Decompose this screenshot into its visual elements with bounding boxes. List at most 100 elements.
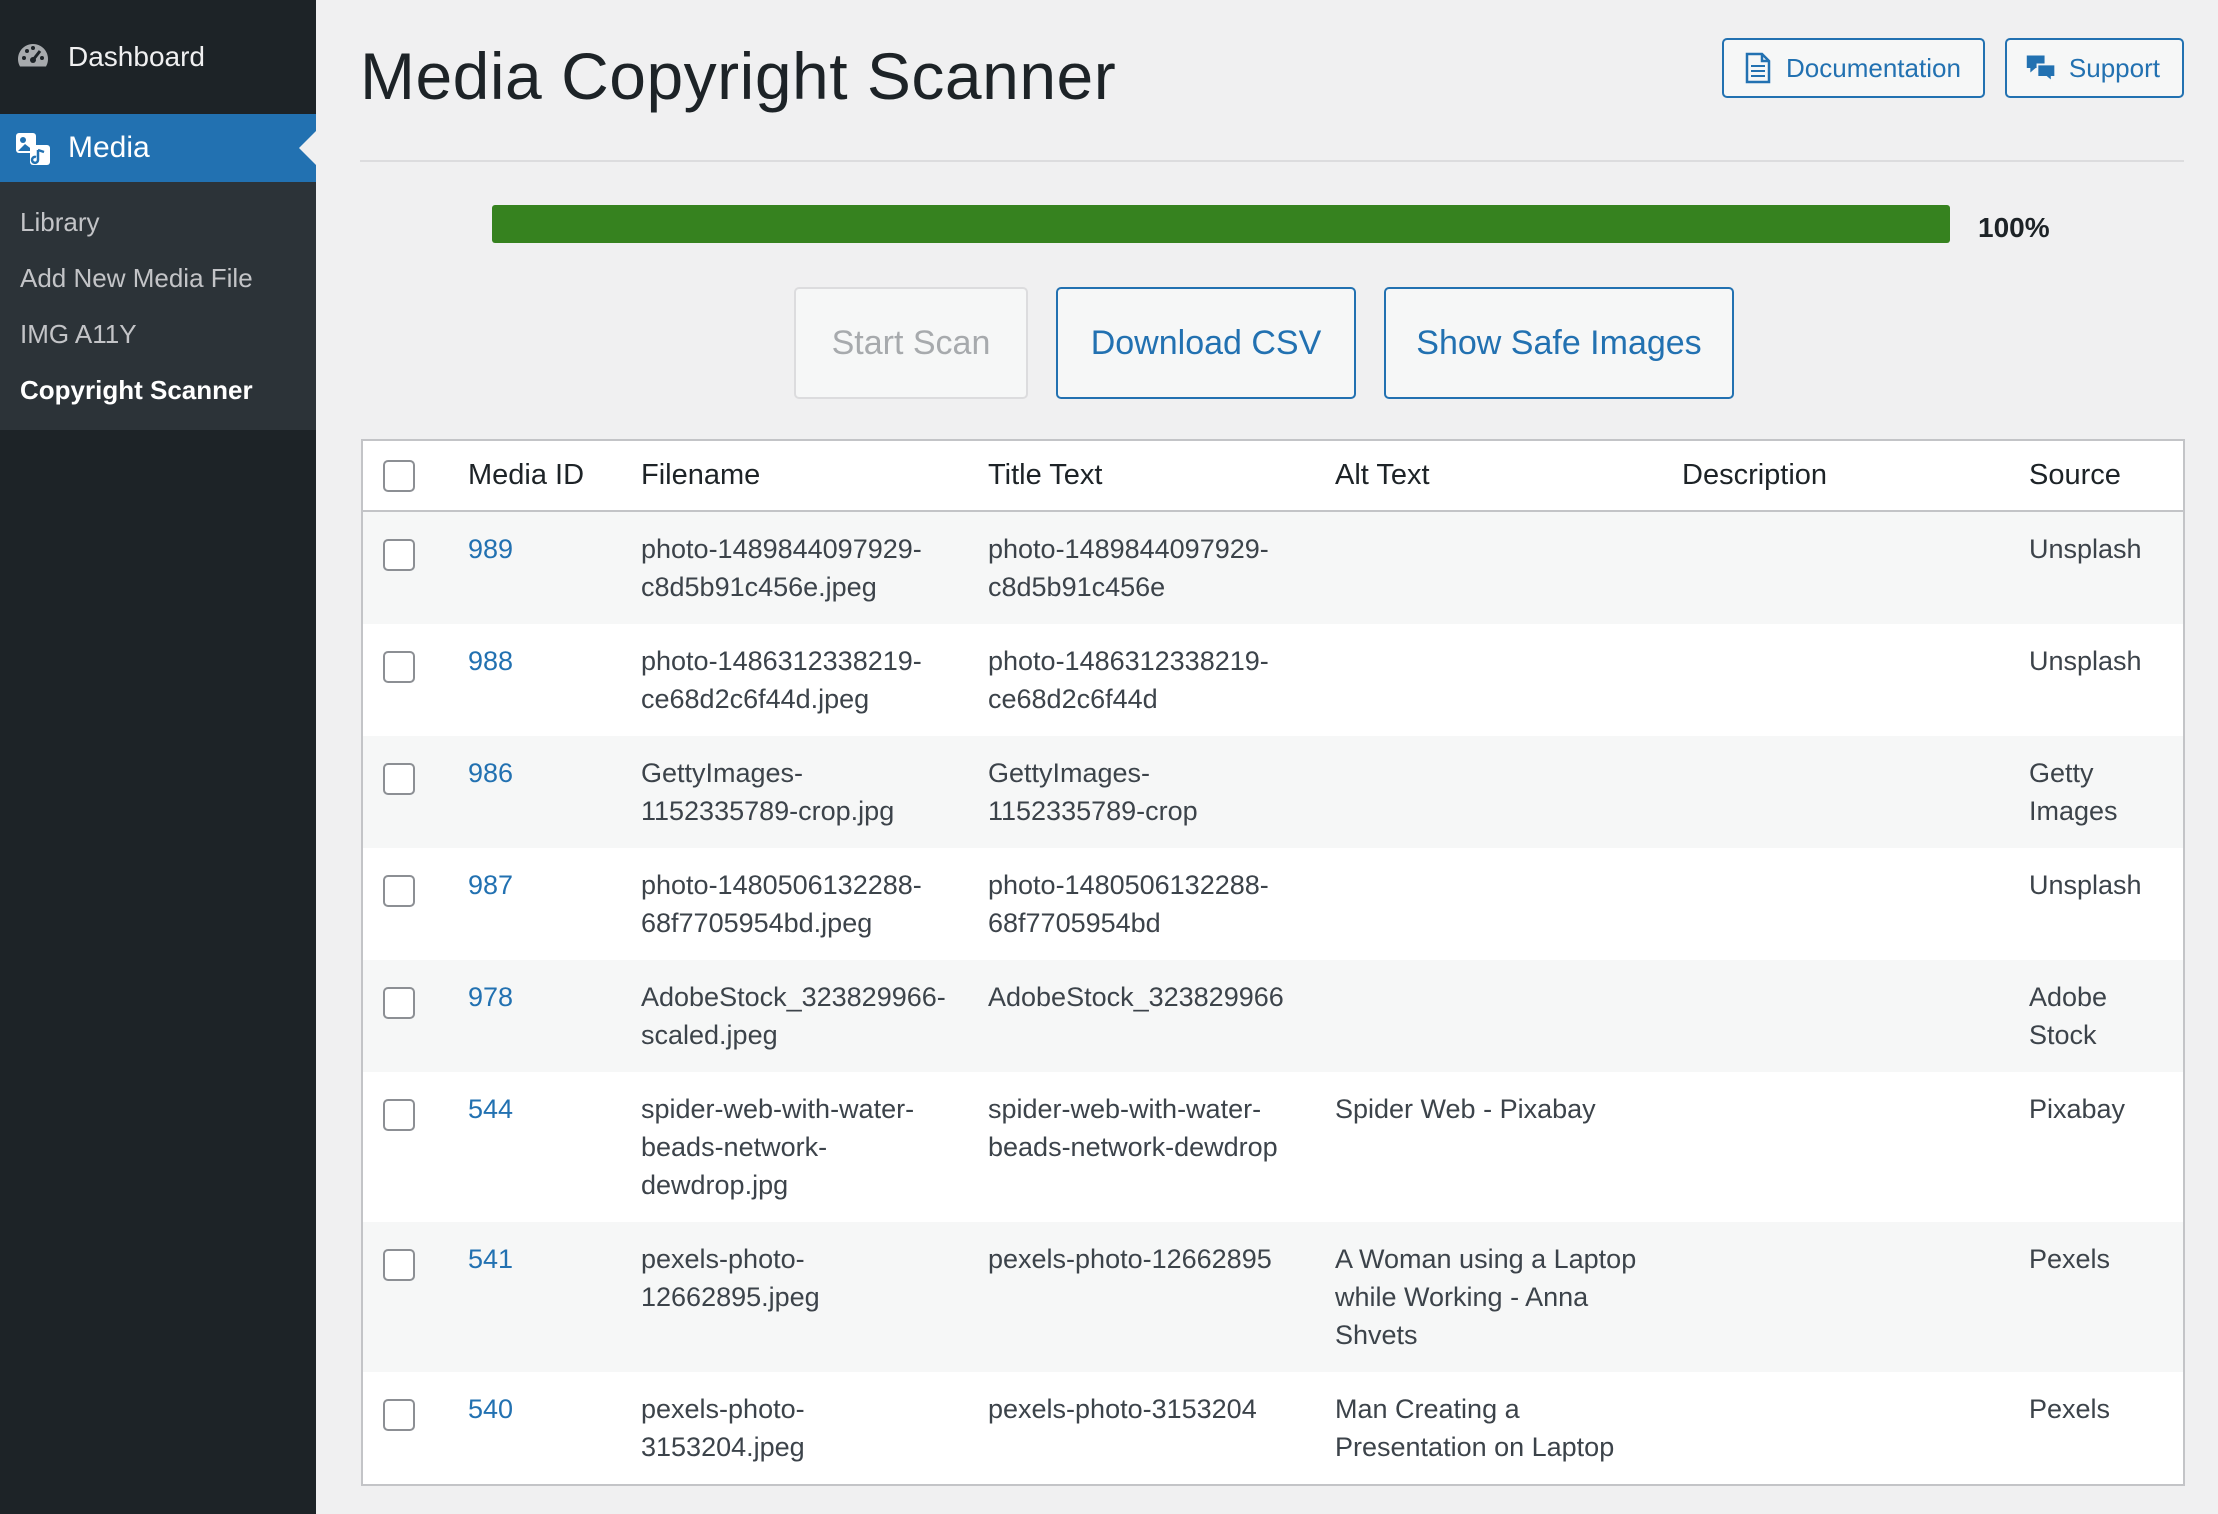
media-id-link[interactable]: 541 <box>468 1244 513 1274</box>
row-checkbox-cell <box>363 736 468 848</box>
select-all-cell <box>363 441 468 512</box>
submenu-item-library[interactable]: Library <box>0 194 316 250</box>
media-id-cell: 544 <box>468 1072 641 1222</box>
title-text-cell: pexels-photo-3153204 <box>988 1372 1335 1484</box>
description-cell <box>1682 511 2029 624</box>
scan-progress-label: 100% <box>1978 212 2050 243</box>
description-cell <box>1682 1372 2029 1484</box>
document-icon <box>1742 52 1774 84</box>
header-filename[interactable]: Filename <box>641 441 988 512</box>
title-text-cell: photo-1480506132288-68f7705954bd <box>988 848 1335 960</box>
title-text-cell: AdobeStock_323829966 <box>988 960 1335 1072</box>
media-id-cell: 986 <box>468 736 641 848</box>
media-id-link[interactable]: 989 <box>468 534 513 564</box>
media-id-cell: 541 <box>468 1222 641 1372</box>
submenu-item-img-a11y[interactable]: IMG A11Y <box>0 306 316 362</box>
media-table: Media ID Filename Title Text Alt Text De… <box>361 439 2185 1486</box>
title-text-cell: photo-1486312338219-ce68d2c6f44d <box>988 624 1335 736</box>
description-cell <box>1682 736 2029 848</box>
filename-cell: photo-1480506132288-68f7705954bd.jpeg <box>641 848 988 960</box>
filename-cell: photo-1486312338219-ce68d2c6f44d.jpeg <box>641 624 988 736</box>
show-safe-images-button[interactable]: Show Safe Images <box>1384 287 1734 399</box>
documentation-label: Documentation <box>1786 52 1961 83</box>
alt-text-cell <box>1335 960 1682 1072</box>
row-checkbox-cell <box>363 1072 468 1222</box>
media-id-cell: 978 <box>468 960 641 1072</box>
table-row: 978 AdobeStock_323829966-scaled.jpeg Adobe… <box>363 960 2183 1072</box>
description-cell <box>1682 1222 2029 1372</box>
header-title-text[interactable]: Title Text <box>988 441 1335 512</box>
filename-cell: pexels-photo-3153204.jpeg <box>641 1372 988 1484</box>
description-cell <box>1682 1072 2029 1222</box>
start-scan-button[interactable]: Start Scan <box>794 287 1028 399</box>
media-id-cell: 987 <box>468 848 641 960</box>
table-row: 540 pexels-photo-3153204.jpeg pexels-photo… <box>363 1372 2183 1484</box>
row-checkbox-cell <box>363 1222 468 1372</box>
table-row: 987 photo-1480506132288-68f7705954bd.jpeg… <box>363 848 2183 960</box>
row-checkbox[interactable] <box>383 1248 415 1281</box>
submenu-item-copyright-scanner[interactable]: Copyright Scanner <box>0 362 316 418</box>
filename-cell: GettyImages-1152335789-crop.jpg <box>641 736 988 848</box>
row-checkbox[interactable] <box>383 1098 415 1131</box>
alt-text-cell: Man Creating a Presentation on Laptop <box>1335 1372 1682 1484</box>
row-checkbox[interactable] <box>383 762 415 795</box>
row-checkbox[interactable] <box>383 650 415 683</box>
header-source[interactable]: Source <box>2029 441 2183 512</box>
header-divider <box>360 160 2184 162</box>
header-media-id[interactable]: Media ID <box>468 441 641 512</box>
select-all-checkbox[interactable] <box>383 460 415 493</box>
description-cell <box>1682 848 2029 960</box>
documentation-button[interactable]: Documentation <box>1722 38 1985 98</box>
media-id-cell: 540 <box>468 1372 641 1484</box>
media-submenu: Library Add New Media File IMG A11Y Copy… <box>0 182 316 430</box>
scan-progress-fill <box>492 205 1950 243</box>
scan-actions: Start Scan Download CSV Show Safe Images <box>794 287 1734 399</box>
row-checkbox[interactable] <box>383 538 415 571</box>
dashboard-gauge-icon <box>14 38 52 76</box>
media-id-cell: 989 <box>468 511 641 624</box>
table-row: 989 photo-1489844097929-c8d5b91c456e.jpeg… <box>363 511 2183 624</box>
chat-bubbles-icon <box>2025 52 2057 84</box>
source-cell: Adobe Stock <box>2029 960 2183 1072</box>
filename-cell: photo-1489844097929-c8d5b91c456e.jpeg <box>641 511 988 624</box>
row-checkbox[interactable] <box>383 874 415 907</box>
scan-progress-bar <box>492 205 1950 243</box>
alt-text-cell: Spider Web - Pixabay <box>1335 1072 1682 1222</box>
header-description[interactable]: Description <box>1682 441 2029 512</box>
page-title: Media Copyright Scanner <box>360 39 1117 113</box>
row-checkbox[interactable] <box>383 1398 415 1431</box>
sidebar-item-dashboard[interactable]: Dashboard <box>0 0 316 114</box>
title-text-cell: pexels-photo-12662895 <box>988 1222 1335 1372</box>
media-id-link[interactable]: 988 <box>468 646 513 676</box>
table-row: 541 pexels-photo-12662895.jpeg pexels-phot… <box>363 1222 2183 1372</box>
table-row: 986 GettyImages-1152335789-crop.jpg GettyI… <box>363 736 2183 848</box>
alt-text-cell <box>1335 511 1682 624</box>
description-cell <box>1682 624 2029 736</box>
filename-cell: pexels-photo-12662895.jpeg <box>641 1222 988 1372</box>
media-id-link[interactable]: 540 <box>468 1394 513 1424</box>
source-cell: Pexels <box>2029 1222 2183 1372</box>
row-checkbox-cell <box>363 1372 468 1484</box>
sidebar-item-label: Media <box>68 131 150 164</box>
table-row: 544 spider-web-with-water-beads-network-d… <box>363 1072 2183 1222</box>
header-alt-text[interactable]: Alt Text <box>1335 441 1682 512</box>
media-id-link[interactable]: 978 <box>468 982 513 1012</box>
alt-text-cell: A Woman using a Laptop while Working - A… <box>1335 1222 1682 1372</box>
support-label: Support <box>2068 52 2160 83</box>
media-id-link[interactable]: 986 <box>468 758 513 788</box>
admin-sidebar: Dashboard Media Library Add New Media Fi… <box>0 0 316 1514</box>
filename-cell: AdobeStock_323829966-scaled.jpeg <box>641 960 988 1072</box>
support-button[interactable]: Support <box>2004 38 2184 98</box>
media-id-link[interactable]: 544 <box>468 1094 513 1124</box>
title-text-cell: GettyImages-1152335789-crop <box>988 736 1335 848</box>
download-csv-button[interactable]: Download CSV <box>1056 287 1356 399</box>
media-id-link[interactable]: 987 <box>468 870 513 900</box>
sidebar-item-media[interactable]: Media <box>0 114 316 182</box>
table-header-row: Media ID Filename Title Text Alt Text De… <box>363 441 2183 512</box>
header-buttons: Documentation Support <box>1722 38 2184 98</box>
row-checkbox[interactable] <box>383 986 415 1019</box>
table-row: 988 photo-1486312338219-ce68d2c6f44d.jpeg… <box>363 624 2183 736</box>
row-checkbox-cell <box>363 848 468 960</box>
submenu-item-add-new-media-file[interactable]: Add New Media File <box>0 250 316 306</box>
media-id-cell: 988 <box>468 624 641 736</box>
